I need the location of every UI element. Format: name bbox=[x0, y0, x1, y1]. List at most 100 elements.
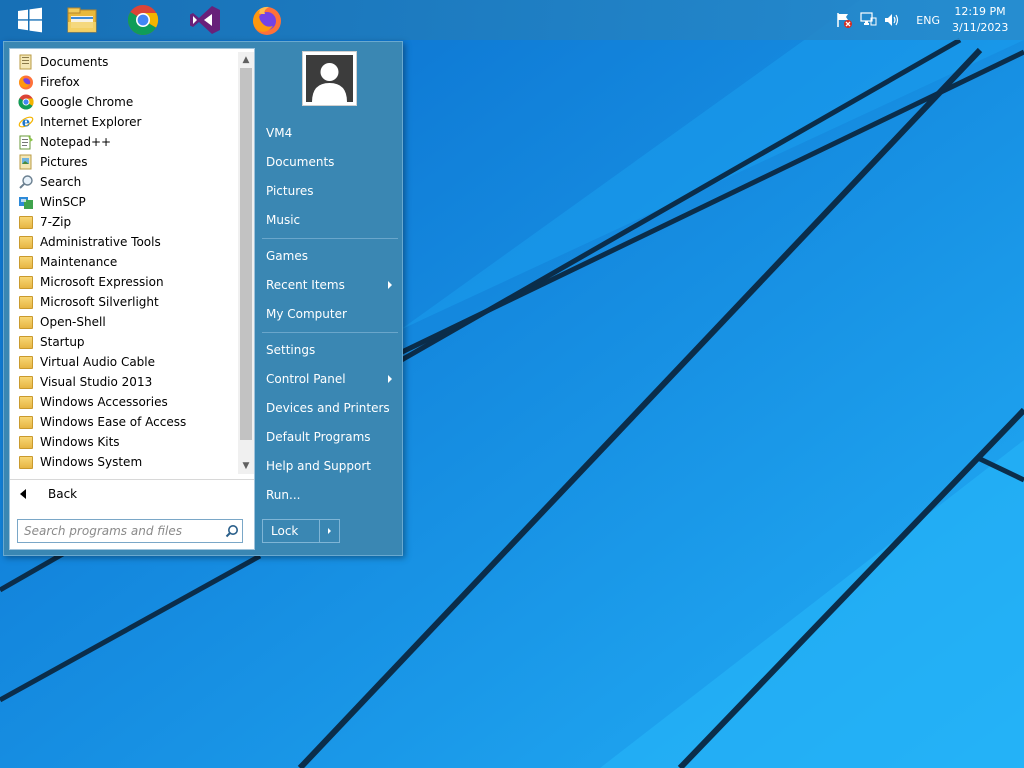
taskbar-google-chrome[interactable] bbox=[113, 0, 173, 40]
folder-icon bbox=[18, 234, 34, 250]
search-input[interactable] bbox=[24, 524, 222, 538]
taskbar-file-explorer[interactable] bbox=[52, 0, 112, 40]
network-icon[interactable] bbox=[858, 10, 878, 30]
program-label: Notepad++ bbox=[40, 135, 112, 149]
folder-icon bbox=[18, 254, 34, 270]
chrome-icon bbox=[128, 5, 159, 36]
program-item-visual-studio-2013[interactable]: Visual Studio 2013 bbox=[10, 372, 238, 392]
lock-button[interactable]: Lock bbox=[262, 519, 340, 543]
folder-icon bbox=[18, 374, 34, 390]
program-label: Search bbox=[40, 175, 82, 189]
program-item-pictures[interactable]: Pictures bbox=[10, 152, 238, 172]
chrome-icon bbox=[18, 94, 34, 110]
program-label: Windows Ease of Access bbox=[40, 415, 187, 429]
notepad-plus-icon bbox=[18, 134, 34, 150]
search-box[interactable] bbox=[17, 519, 243, 543]
program-item-windows-accessories[interactable]: Windows Accessories bbox=[10, 392, 238, 412]
program-item-maintenance[interactable]: Maintenance bbox=[10, 252, 238, 272]
program-label: WinSCP bbox=[40, 195, 86, 209]
submenu-arrow-icon bbox=[388, 375, 392, 383]
svg-text:e: e bbox=[22, 116, 30, 131]
menu-item-devices-printers[interactable]: Devices and Printers bbox=[266, 397, 398, 419]
program-item-administrative-tools[interactable]: Administrative Tools bbox=[10, 232, 238, 252]
program-label: Microsoft Silverlight bbox=[40, 295, 159, 309]
scroll-up-arrow-icon[interactable]: ▲ bbox=[238, 52, 254, 68]
menu-item-music[interactable]: Music bbox=[266, 209, 398, 231]
menu-item-recent-items[interactable]: Recent Items bbox=[266, 274, 398, 296]
file-explorer-icon bbox=[67, 7, 97, 33]
windows-logo-icon bbox=[18, 7, 42, 33]
program-item-documents[interactable]: Documents bbox=[10, 52, 238, 72]
clock-time: 12:19 PM bbox=[954, 5, 1006, 18]
menu-item-control-panel[interactable]: Control Panel bbox=[266, 368, 398, 390]
taskbar-visual-studio[interactable] bbox=[175, 0, 235, 40]
program-item-notepad[interactable]: Notepad++ bbox=[10, 132, 238, 152]
program-item-internet-explorer[interactable]: e Internet Explorer bbox=[10, 112, 238, 132]
folder-icon bbox=[18, 214, 34, 230]
scroll-down-arrow-icon[interactable]: ▼ bbox=[238, 458, 254, 474]
program-item-winscp[interactable]: WinSCP bbox=[10, 192, 238, 212]
program-item-search[interactable]: Search bbox=[10, 172, 238, 192]
program-item-windows-kits[interactable]: Windows Kits bbox=[10, 432, 238, 452]
lock-label: Lock bbox=[271, 524, 299, 538]
folder-icon bbox=[18, 294, 34, 310]
program-item-microsoft-expression[interactable]: Microsoft Expression bbox=[10, 272, 238, 292]
folder-icon bbox=[18, 414, 34, 430]
clock[interactable]: 12:19 PM 3/11/2023 bbox=[952, 4, 1008, 36]
taskbar: ENG 12:19 PM 3/11/2023 bbox=[0, 0, 1024, 40]
menu-item-default-programs[interactable]: Default Programs bbox=[266, 426, 398, 448]
documents-icon bbox=[18, 54, 34, 70]
action-center-icon[interactable] bbox=[834, 10, 854, 30]
menu-item-user[interactable]: VM4 bbox=[266, 122, 398, 144]
program-item-google-chrome[interactable]: Google Chrome bbox=[10, 92, 238, 112]
program-label: Virtual Audio Cable bbox=[40, 355, 156, 369]
program-label: Windows Kits bbox=[40, 435, 120, 449]
program-item-windows-system[interactable]: Windows System bbox=[10, 452, 238, 472]
program-label: Administrative Tools bbox=[40, 235, 161, 249]
menu-item-games[interactable]: Games bbox=[266, 245, 398, 267]
shutdown-options-arrow-icon[interactable] bbox=[319, 520, 339, 542]
program-label: Windows System bbox=[40, 455, 143, 469]
volume-icon[interactable] bbox=[882, 10, 902, 30]
folder-icon bbox=[18, 314, 34, 330]
system-tray: ENG 12:19 PM 3/11/2023 bbox=[834, 0, 1024, 40]
program-item-microsoft-silverlight[interactable]: Microsoft Silverlight bbox=[10, 292, 238, 312]
program-list-scrollbar[interactable]: ▲ ▼ bbox=[238, 52, 254, 474]
program-list: Documents Firefox Google Chrome e Internet E… bbox=[10, 52, 238, 474]
program-item-open-shell[interactable]: Open-Shell bbox=[10, 312, 238, 332]
pictures-icon bbox=[18, 154, 34, 170]
program-label: Startup bbox=[40, 335, 85, 349]
program-label: Documents bbox=[40, 55, 109, 69]
menu-item-help-support[interactable]: Help and Support bbox=[266, 455, 398, 477]
firefox-icon bbox=[18, 74, 34, 90]
places-pane: VM4 Documents Pictures Music Games Recen… bbox=[260, 42, 402, 555]
folder-icon bbox=[18, 434, 34, 450]
menu-item-settings[interactable]: Settings bbox=[266, 339, 398, 361]
folder-icon bbox=[18, 354, 34, 370]
program-item-startup[interactable]: Startup bbox=[10, 332, 238, 352]
back-button[interactable]: Back bbox=[10, 479, 254, 507]
program-item-virtual-audio-cable[interactable]: Virtual Audio Cable bbox=[10, 352, 238, 372]
menu-item-pictures[interactable]: Pictures bbox=[266, 180, 398, 202]
program-label: Open-Shell bbox=[40, 315, 106, 329]
program-item-windows-ease-of-access[interactable]: Windows Ease of Access bbox=[10, 412, 238, 432]
menu-item-my-computer[interactable]: My Computer bbox=[266, 303, 398, 325]
taskbar-firefox[interactable] bbox=[237, 0, 297, 40]
recent-items-label: Recent Items bbox=[266, 278, 345, 292]
internet-explorer-icon: e bbox=[18, 114, 34, 130]
search-magnifier-icon[interactable] bbox=[222, 521, 242, 541]
menu-item-documents[interactable]: Documents bbox=[266, 151, 398, 173]
folder-icon bbox=[18, 334, 34, 350]
scrollbar-thumb[interactable] bbox=[240, 68, 252, 440]
menu-item-run[interactable]: Run... bbox=[266, 484, 398, 506]
folder-icon bbox=[18, 394, 34, 410]
input-language-indicator[interactable]: ENG bbox=[916, 14, 940, 27]
start-menu: Documents Firefox Google Chrome e Internet E… bbox=[3, 41, 403, 556]
search-icon bbox=[18, 174, 34, 190]
user-avatar[interactable] bbox=[302, 51, 357, 106]
program-label: 7-Zip bbox=[40, 215, 72, 229]
menu-separator bbox=[262, 332, 398, 333]
start-button[interactable] bbox=[0, 0, 60, 40]
program-item-7-zip[interactable]: 7-Zip bbox=[10, 212, 238, 232]
program-item-firefox[interactable]: Firefox bbox=[10, 72, 238, 92]
